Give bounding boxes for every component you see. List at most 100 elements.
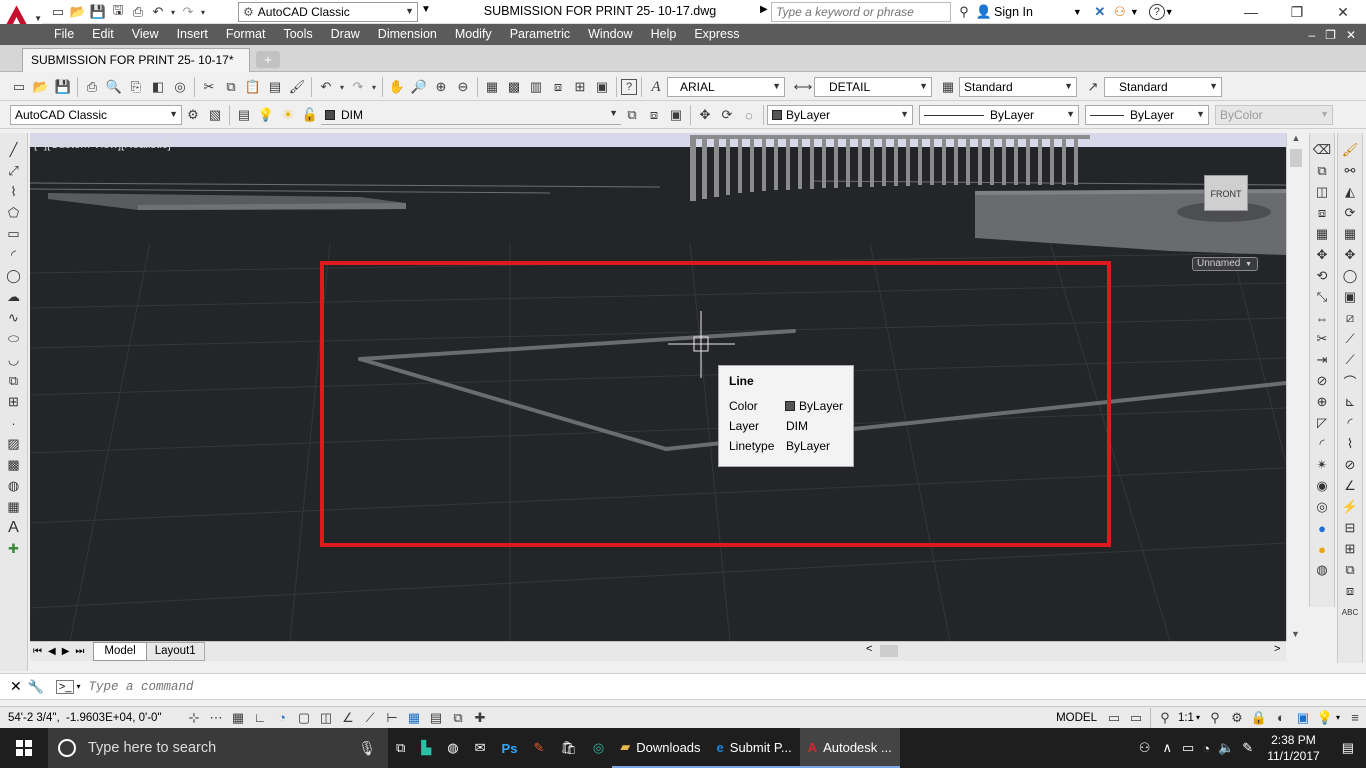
multiline-text-icon[interactable]: A: [4, 518, 24, 538]
layer-isolate-icon[interactable]: ⧈: [1340, 581, 1360, 601]
minimize-icon[interactable]: —: [1228, 0, 1274, 24]
rotate-icon[interactable]: ⟲: [1312, 266, 1332, 286]
copy-icon[interactable]: ⧉: [221, 77, 241, 97]
calculator-icon[interactable]: ▣: [592, 77, 612, 97]
file-tab[interactable]: SUBMISSION FOR PRINT 25- 10-17*: [22, 48, 250, 72]
workspace-select[interactable]: ⚙ AutoCAD Classic ▼: [238, 2, 418, 22]
region-icon[interactable]: ◍: [4, 476, 24, 496]
workspace-toolbar-select[interactable]: AutoCAD Classic ▼: [10, 105, 182, 125]
people-icon[interactable]: ⚇: [1133, 728, 1157, 768]
3d-scale-icon[interactable]: ◯: [1340, 266, 1360, 286]
explode-icon[interactable]: ✴: [1312, 455, 1332, 475]
workspace-settings-icon[interactable]: ⚙: [183, 105, 203, 125]
tab-model[interactable]: Model: [93, 642, 147, 661]
menu-window[interactable]: Window: [579, 24, 641, 45]
tab-layout1[interactable]: Layout1: [146, 642, 205, 661]
abc-spell-icon[interactable]: ABC: [1340, 602, 1360, 622]
taskbar-app-downloads[interactable]: ▰ Downloads: [612, 728, 709, 768]
layer-select[interactable]: DIM ▼: [321, 105, 621, 125]
app-icon[interactable]: ◎: [585, 728, 612, 768]
array-icon[interactable]: ▦: [1312, 224, 1332, 244]
close-icon[interactable]: ✕: [10, 678, 22, 695]
polar-tracking-icon[interactable]: ◔: [272, 708, 292, 728]
redo-dropdown-icon[interactable]: ▾: [198, 2, 208, 22]
taskbar-app-autocad[interactable]: A Autodesk ...: [799, 728, 900, 768]
help-icon[interactable]: ?: [621, 79, 637, 95]
pan-icon[interactable]: ✋: [387, 77, 407, 97]
grid-display-icon[interactable]: ▦: [228, 708, 248, 728]
next-layout-icon[interactable]: ▶: [62, 646, 70, 657]
restore-icon[interactable]: ❐: [1274, 0, 1320, 24]
mirror-icon[interactable]: ◫: [1312, 182, 1332, 202]
save-as-icon[interactable]: 🖫: [108, 2, 128, 22]
orbit-icon[interactable]: ⟳: [717, 105, 737, 125]
redo-icon[interactable]: ↷: [178, 2, 198, 22]
scroll-up-icon[interactable]: ▲: [1287, 133, 1305, 143]
paste-block-icon[interactable]: ▤: [265, 77, 285, 97]
color-select[interactable]: ByLayer ▼: [767, 105, 913, 125]
undo-dropdown-icon[interactable]: ▾: [168, 2, 178, 22]
ellipse-arc-icon[interactable]: ◡: [4, 350, 24, 370]
store-app-icon[interactable]: 🛍: [552, 728, 585, 768]
multileader-style-icon[interactable]: ↗: [1083, 77, 1103, 97]
new-file-icon[interactable]: ▭: [48, 2, 68, 22]
redo-dropdown-icon[interactable]: ▾: [370, 77, 378, 97]
menu-draw[interactable]: Draw: [322, 24, 369, 45]
layer-thaw-icon[interactable]: ☀: [278, 105, 298, 125]
slice-icon[interactable]: ⧄: [1340, 308, 1360, 328]
dimension-radius-icon[interactable]: ◜: [1340, 413, 1360, 433]
chevron-down-icon[interactable]: ▼: [1073, 7, 1082, 17]
polygon-icon[interactable]: ⬠: [4, 203, 24, 223]
make-block-icon[interactable]: ⊞: [4, 392, 24, 412]
move-icon[interactable]: ✥: [695, 105, 715, 125]
menu-tools[interactable]: Tools: [274, 24, 321, 45]
menu-help[interactable]: Help: [642, 24, 686, 45]
selection-cycling-icon[interactable]: ✚: [470, 708, 490, 728]
last-layout-icon[interactable]: ⏭: [75, 646, 84, 657]
linetype-select[interactable]: ByLayer ▼: [919, 105, 1079, 125]
volume-icon[interactable]: 🔈: [1214, 728, 1238, 768]
menu-parametric[interactable]: Parametric: [501, 24, 579, 45]
trim-icon[interactable]: ✂: [1312, 329, 1332, 349]
undo-dropdown-icon[interactable]: ▾: [338, 77, 346, 97]
layer-state-icon[interactable]: ▣: [666, 105, 686, 125]
baseline-icon[interactable]: ⊟: [1340, 518, 1360, 538]
lineweight-icon[interactable]: ▦: [404, 708, 424, 728]
mail-app-icon[interactable]: ✉: [467, 728, 494, 768]
help-search-input[interactable]: [771, 2, 951, 22]
wifi-icon[interactable]: ◔: [1198, 728, 1214, 768]
quick-properties-icon[interactable]: ⧉: [448, 708, 468, 728]
command-prompt-icon[interactable]: >_: [55, 679, 75, 694]
dimension-arc-icon[interactable]: ⌒: [1340, 371, 1360, 391]
viewcube-face-front[interactable]: FRONT: [1204, 175, 1248, 211]
open-icon[interactable]: 📂: [31, 77, 51, 97]
menu-edit[interactable]: Edit: [83, 24, 123, 45]
paste-icon[interactable]: 📋: [243, 77, 263, 97]
zoom-window-icon[interactable]: ⊕: [431, 77, 451, 97]
scroll-thumb[interactable]: [1290, 149, 1302, 167]
maya-app-icon[interactable]: ▙: [413, 728, 439, 768]
layer-on-icon[interactable]: 💡: [256, 105, 276, 125]
table-icon[interactable]: ▦: [4, 497, 24, 517]
clock[interactable]: 2:38 PM 11/1/2017: [1257, 732, 1330, 764]
copy-object-icon[interactable]: ⧉: [1312, 161, 1332, 181]
dim-style-icon[interactable]: ⟷: [793, 77, 813, 97]
doc-restore-icon[interactable]: ❐: [1325, 28, 1336, 42]
section-plane-icon[interactable]: ▣: [1340, 287, 1360, 307]
break-icon[interactable]: ⊘: [1312, 371, 1332, 391]
revision-cloud-icon[interactable]: ☁: [4, 287, 24, 307]
photoshop-app-icon[interactable]: Ps: [494, 728, 526, 768]
zoom-realtime-icon[interactable]: 🔎: [409, 77, 429, 97]
dimension-jogged-icon[interactable]: ⌇: [1340, 434, 1360, 454]
open-file-icon[interactable]: 📂: [68, 2, 88, 22]
chevron-down-icon[interactable]: ▼: [1165, 7, 1174, 17]
designcenter-icon[interactable]: ▩: [504, 77, 524, 97]
chevron-down-icon[interactable]: ▾: [1336, 713, 1340, 722]
continue-icon[interactable]: ⊞: [1340, 539, 1360, 559]
ortho-mode-icon[interactable]: ∟: [250, 708, 270, 728]
taskbar-search-box[interactable]: Type here to search 🎙: [48, 728, 388, 768]
dynamic-input-icon[interactable]: ⊢: [382, 708, 402, 728]
chevron-down-icon[interactable]: ▾: [76, 682, 80, 691]
plotstyle-select[interactable]: ByColor ▼: [1215, 105, 1333, 125]
menu-file[interactable]: File: [45, 24, 83, 45]
